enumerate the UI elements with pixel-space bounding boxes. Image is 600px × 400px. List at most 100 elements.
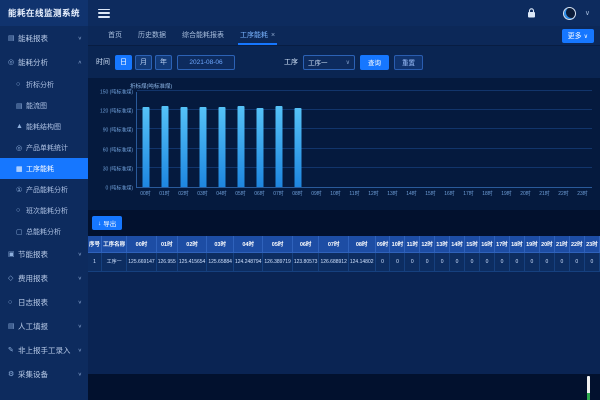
table-row: 1工序一125.669147126.955125.415654125.65884…	[88, 252, 600, 271]
y-tick-label: 90 (吨标准煤)	[103, 127, 133, 134]
sidebar-item-product-unit-stat[interactable]: ◎产品单耗统计	[0, 137, 88, 158]
x-tick-label: 06时	[250, 188, 269, 200]
chevron-down-icon: ∨	[78, 35, 82, 41]
value-cell: 0	[569, 252, 584, 271]
menu-toggle-icon[interactable]	[98, 9, 110, 18]
column-header: 01时	[156, 236, 177, 252]
bar-02时[interactable]	[181, 107, 188, 187]
user-menu-caret-icon[interactable]: ∨	[585, 9, 590, 17]
column-header: 02时	[177, 236, 206, 252]
manual-entry-icon: ✎	[8, 346, 18, 354]
sidebar-item-fold-analysis[interactable]: ○折标分析	[0, 74, 88, 95]
value-cell: 0	[465, 252, 480, 271]
x-tick-label: 00时	[136, 188, 155, 200]
x-tick-label: 02时	[174, 188, 193, 200]
sidebar-item-manual-fill[interactable]: ▤人工填报∨	[0, 314, 88, 338]
sidebar-item-energy-report[interactable]: ▤能耗报表∨	[0, 26, 88, 50]
bar-03时[interactable]	[200, 107, 207, 187]
convert-icon: ○	[16, 81, 26, 88]
column-header: 21时	[554, 236, 569, 252]
tab-label: 综合能耗报表	[182, 32, 224, 39]
sidebar-item-label: 采集设备	[18, 369, 76, 380]
column-header: 07时	[319, 236, 348, 252]
structure-chart-icon: ▲	[16, 123, 26, 130]
date-input[interactable]: 2021-08-06	[177, 55, 235, 70]
export-button[interactable]: ↓ 导出	[92, 216, 122, 230]
sidebar-item-energy-analysis[interactable]: ◎能耗分析∧	[0, 50, 88, 74]
avatar[interactable]	[563, 7, 576, 20]
sidebar-item-process-energy[interactable]: ▦工序能耗	[0, 158, 88, 179]
tab-label: 工序能耗	[240, 32, 268, 39]
tab-process-energy[interactable]: 工序能耗×	[232, 30, 283, 45]
period-segment-group: 日月年	[115, 55, 172, 70]
column-header: 11时	[405, 236, 420, 252]
sidebar-item-label: 工序能耗	[26, 164, 82, 174]
bar-04时[interactable]	[219, 107, 226, 187]
filter-toolbar: 时间 日月年 2021-08-06 工序 工序一 ∨ 查询 重置	[88, 46, 600, 78]
tab-comprehensive-report[interactable]: 综合能耗报表	[174, 30, 232, 45]
bar-07时[interactable]	[276, 106, 283, 187]
sidebar-item-product-energy-analysis[interactable]: ①产品能耗分析	[0, 179, 88, 200]
value-cell: 0	[494, 252, 509, 271]
log-report-icon: ○	[8, 299, 18, 306]
product-analysis-icon: ①	[16, 186, 26, 194]
sidebar-item-total-energy-analysis[interactable]: ▢总能耗分析	[0, 221, 88, 242]
sidebar-item-label: 能耗报表	[18, 33, 76, 44]
lock-icon[interactable]	[527, 8, 536, 18]
sidebar-item-shift-energy-analysis[interactable]: ○班次能耗分析	[0, 200, 88, 221]
value-cell: 0	[375, 252, 390, 271]
search-button[interactable]: 查询	[360, 55, 389, 70]
app-root: 能耗在线监测系统 ▤能耗报表∨◎能耗分析∧○折标分析▤能流图▲能耗结构图◎产品单…	[0, 0, 600, 400]
sidebar-item-log-report[interactable]: ○日志报表∨	[0, 290, 88, 314]
column-header: 12时	[420, 236, 435, 252]
column-header: 08时	[348, 236, 375, 252]
gridline	[137, 90, 592, 91]
bar-05时[interactable]	[238, 106, 245, 187]
period-button-2[interactable]: 年	[155, 55, 172, 70]
x-tick-label: 05时	[231, 188, 250, 200]
sidebar-item-cost-report[interactable]: ◇费用报表∨	[0, 266, 88, 290]
y-tick-label: 30 (吨标准煤)	[103, 165, 133, 172]
topbar: ∨	[88, 0, 600, 26]
period-button-1[interactable]: 月	[135, 55, 152, 70]
x-tick-label: 19时	[497, 188, 516, 200]
x-tick-label: 21时	[535, 188, 554, 200]
total-analysis-icon: ▢	[16, 228, 26, 236]
reset-button[interactable]: 重置	[394, 55, 423, 70]
sidebar-item-manual-entry[interactable]: ✎非上报手工录入∨	[0, 338, 88, 362]
close-icon[interactable]: ×	[271, 32, 275, 39]
column-header: 06时	[292, 236, 319, 252]
sidebar-item-saving-report[interactable]: ▣节能报表∨	[0, 242, 88, 266]
report-icon: ▤	[8, 34, 18, 42]
bar-06时[interactable]	[257, 108, 264, 187]
tab-history-data[interactable]: 历史数据	[130, 30, 174, 45]
app-title: 能耗在线监测系统	[0, 0, 88, 26]
x-tick-label: 10时	[326, 188, 345, 200]
sidebar-item-label: 人工填报	[18, 321, 76, 332]
fullscreen-grid-icon[interactable]	[545, 9, 554, 18]
value-cell: 0	[509, 252, 524, 271]
bar-01时[interactable]	[162, 106, 169, 187]
period-button-0[interactable]: 日	[115, 55, 132, 70]
sidebar-item-collect-device[interactable]: ⚙采集设备∨	[0, 362, 88, 386]
column-header: 16时	[480, 236, 495, 252]
column-header: 05时	[263, 236, 292, 252]
time-label: 时间	[96, 57, 110, 67]
process-name-cell: 工序一	[102, 252, 127, 271]
manual-fill-icon: ▤	[8, 322, 18, 330]
x-tick-label: 15时	[421, 188, 440, 200]
sidebar-item-energy-flow[interactable]: ▤能流图	[0, 95, 88, 116]
more-button[interactable]: 更多∨	[562, 29, 594, 43]
chevron-down-icon: ∨	[78, 299, 82, 305]
sidebar-item-energy-structure[interactable]: ▲能耗结构图	[0, 116, 88, 137]
main-area: ∨ 首页 历史数据 综合能耗报表 工序能耗× 更多∨ 时间 日月年 2021-08-0…	[88, 0, 600, 400]
tab-label: 历史数据	[138, 32, 166, 39]
chevron-down-icon: ∨	[78, 323, 82, 329]
process-select[interactable]: 工序一 ∨	[303, 55, 355, 70]
bar-08时[interactable]	[295, 108, 302, 187]
x-tick-label: 23时	[573, 188, 592, 200]
analysis-icon: ◎	[8, 58, 18, 66]
bar-00时[interactable]	[143, 107, 150, 187]
tab-home[interactable]: 首页	[100, 30, 130, 45]
sidebar-item-label: 日志报表	[18, 297, 76, 308]
